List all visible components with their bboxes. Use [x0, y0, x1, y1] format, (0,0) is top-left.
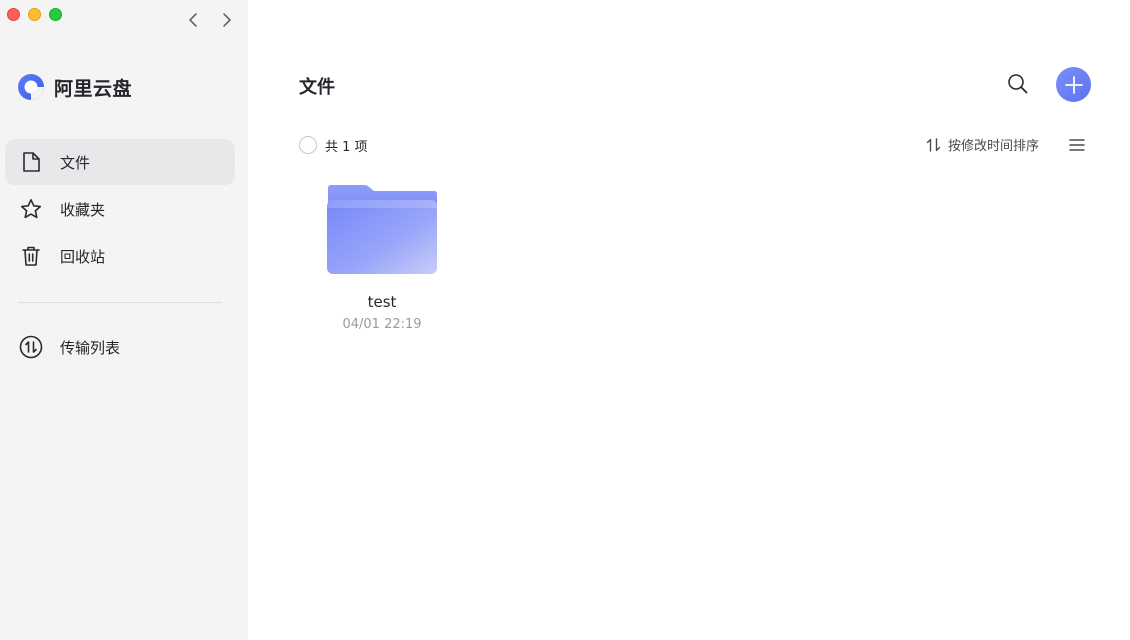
sidebar-item-label: 回收站: [60, 247, 106, 266]
sidebar-item-favorites[interactable]: 收藏夹: [5, 186, 235, 232]
file-toolbar: 共 1 项 按修改时间排序: [299, 134, 1089, 156]
sidebar-item-label: 文件: [60, 153, 91, 172]
sidebar-divider: [18, 302, 222, 303]
chevron-left-icon: [189, 13, 197, 27]
maximize-window-button[interactable]: [49, 8, 62, 21]
sort-label: 按修改时间排序: [948, 139, 1040, 154]
folder-icon: [327, 185, 437, 274]
list-view-icon: [1069, 139, 1085, 151]
search-button[interactable]: [1005, 71, 1031, 97]
sidebar-transfer-section: 传输列表: [5, 324, 235, 371]
chevron-right-icon: [223, 13, 231, 27]
transfer-icon: [19, 335, 43, 359]
sort-icon: [926, 137, 941, 152]
view-mode-button[interactable]: [1068, 137, 1086, 153]
sidebar-item-trash[interactable]: 回收站: [5, 233, 235, 279]
page-title: 文件: [299, 77, 335, 98]
close-window-button[interactable]: [7, 8, 20, 21]
sidebar-item-label: 传输列表: [60, 338, 121, 357]
search-icon: [1008, 74, 1028, 94]
select-all-checkbox[interactable]: [299, 136, 317, 154]
back-button[interactable]: [183, 10, 203, 30]
trash-icon: [19, 244, 43, 268]
aliyun-drive-logo-icon: [18, 74, 44, 100]
folder-name: test: [367, 293, 397, 311]
folder-item[interactable]: test 04/01 22:19: [320, 180, 444, 332]
app-window: 阿里云盘 文件 收藏夹 回收站 传输列表 文件 共 1 项 按修改时间排序 te…: [0, 0, 1130, 640]
sidebar-menu: 文件 收藏夹 回收站: [5, 139, 235, 280]
sidebar-item-files[interactable]: 文件: [5, 139, 235, 185]
app-name: 阿里云盘: [54, 77, 133, 100]
plus-icon: [1064, 75, 1083, 94]
history-navigation: [183, 10, 237, 30]
item-count: 共 1 项: [325, 140, 368, 155]
window-controls: [7, 8, 62, 21]
forward-button[interactable]: [217, 10, 237, 30]
folder-modified-date: 04/01 22:19: [342, 317, 422, 332]
sort-button[interactable]: 按修改时间排序: [926, 135, 1039, 154]
sidebar-item-label: 收藏夹: [60, 200, 106, 219]
sidebar: 阿里云盘 文件 收藏夹 回收站 传输列表: [0, 0, 248, 640]
add-button[interactable]: [1056, 67, 1091, 102]
file-icon: [19, 150, 43, 174]
minimize-window-button[interactable]: [28, 8, 41, 21]
main-content: 文件 共 1 项 按修改时间排序 test 04/01 22:19: [248, 0, 1130, 640]
star-icon: [19, 197, 43, 221]
sidebar-item-transfer-list[interactable]: 传输列表: [5, 324, 235, 370]
brand: 阿里云盘: [17, 73, 132, 101]
